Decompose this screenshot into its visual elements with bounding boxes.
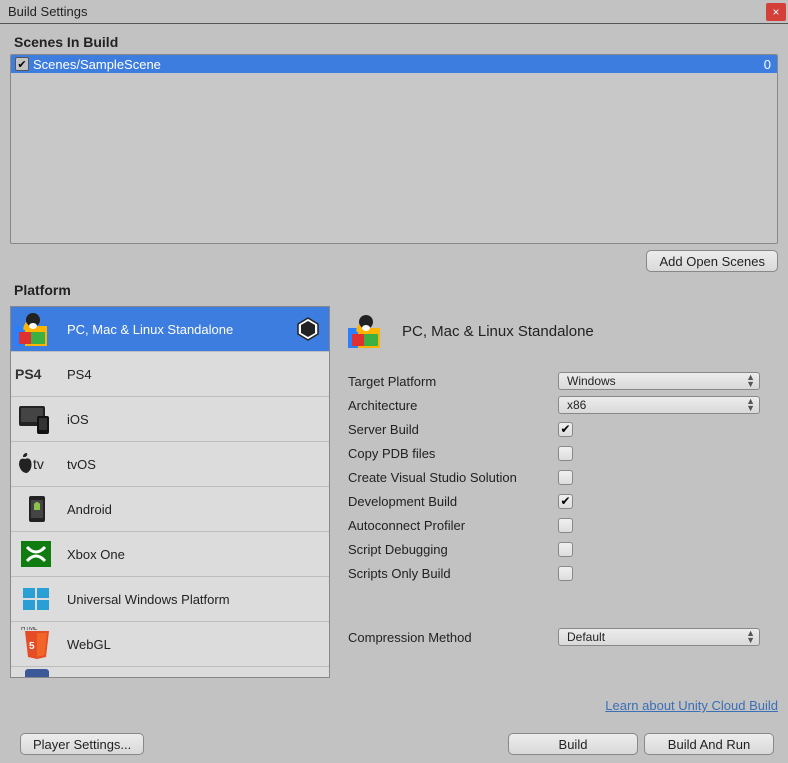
compression-label: Compression Method xyxy=(348,630,558,645)
copy-pdb-checkbox[interactable] xyxy=(558,446,573,461)
chevron-updown-icon: ▲▼ xyxy=(746,630,755,644)
architecture-dropdown[interactable]: x86 ▲▼ xyxy=(558,396,760,414)
detail-title: PC, Mac & Linux Standalone xyxy=(402,323,594,340)
target-platform-label: Target Platform xyxy=(348,374,558,389)
script-debug-checkbox[interactable] xyxy=(558,542,573,557)
scripts-only-label: Scripts Only Build xyxy=(348,566,558,581)
bottom-toolbar: Player Settings... Build Build And Run xyxy=(0,733,788,755)
create-vs-label: Create Visual Studio Solution xyxy=(348,470,558,485)
dropdown-value: x86 xyxy=(567,398,586,412)
unity-icon xyxy=(295,316,321,342)
ps4-icon: PS4 xyxy=(15,355,57,393)
titlebar: Build Settings × xyxy=(0,0,788,24)
server-build-label: Server Build xyxy=(348,422,558,437)
create-vs-checkbox[interactable] xyxy=(558,470,573,485)
cloud-build-link[interactable]: Learn about Unity Cloud Build xyxy=(348,698,778,713)
architecture-label: Architecture xyxy=(348,398,558,413)
autoconnect-label: Autoconnect Profiler xyxy=(348,518,558,533)
platform-label: Platform xyxy=(0,272,788,302)
platform-item-xboxone[interactable]: Xbox One xyxy=(11,532,329,577)
ios-icon xyxy=(15,400,57,438)
platform-scroll[interactable]: PC, Mac & Linux Standalone PS4 PS4 xyxy=(11,307,329,677)
chevron-updown-icon: ▲▼ xyxy=(746,374,755,388)
platform-item-label: tvOS xyxy=(67,457,96,472)
xbox-icon xyxy=(15,535,57,573)
platform-item-label: iOS xyxy=(67,412,89,427)
compression-dropdown[interactable]: Default ▲▼ xyxy=(558,628,760,646)
standalone-icon xyxy=(15,310,57,348)
html5-icon: 5 HTML xyxy=(15,625,57,663)
build-button[interactable]: Build xyxy=(508,733,638,755)
scenes-list[interactable]: ✔ Scenes/SampleScene 0 xyxy=(10,54,778,244)
target-platform-dropdown[interactable]: Windows ▲▼ xyxy=(558,372,760,390)
facebook-icon xyxy=(15,669,57,678)
platform-item-ios[interactable]: iOS xyxy=(11,397,329,442)
dev-build-label: Development Build xyxy=(348,494,558,509)
platform-item-standalone[interactable]: PC, Mac & Linux Standalone xyxy=(11,307,329,352)
scene-path: Scenes/SampleScene xyxy=(33,57,161,72)
build-and-run-button[interactable]: Build And Run xyxy=(644,733,774,755)
platform-item-ps4[interactable]: PS4 PS4 xyxy=(11,352,329,397)
scenes-label: Scenes In Build xyxy=(0,24,788,54)
platform-item-uwp[interactable]: Universal Windows Platform xyxy=(11,577,329,622)
platform-item-android[interactable]: Android xyxy=(11,487,329,532)
platform-list: PC, Mac & Linux Standalone PS4 PS4 xyxy=(10,306,330,678)
svg-text:tv: tv xyxy=(33,456,44,472)
platform-item-label: Xbox One xyxy=(67,547,125,562)
svg-text:5: 5 xyxy=(29,641,35,652)
scene-index: 0 xyxy=(764,57,771,72)
close-button[interactable]: × xyxy=(766,3,786,21)
platform-detail: PC, Mac & Linux Standalone Target Platfo… xyxy=(348,306,778,713)
platform-item-more[interactable] xyxy=(11,667,329,677)
script-debug-label: Script Debugging xyxy=(348,542,558,557)
svg-text:HTML: HTML xyxy=(21,627,38,632)
copy-pdb-label: Copy PDB files xyxy=(348,446,558,461)
svg-text:PS4: PS4 xyxy=(15,366,42,382)
player-settings-button[interactable]: Player Settings... xyxy=(20,733,144,755)
platform-item-webgl[interactable]: 5 HTML WebGL xyxy=(11,622,329,667)
platform-item-label: Android xyxy=(67,502,112,517)
tvos-icon: tv xyxy=(15,445,57,483)
standalone-icon xyxy=(348,312,390,350)
platform-item-label: WebGL xyxy=(67,637,111,652)
scene-checkbox[interactable]: ✔ xyxy=(15,57,29,71)
dropdown-value: Default xyxy=(567,630,605,644)
scene-row[interactable]: ✔ Scenes/SampleScene 0 xyxy=(11,55,777,73)
close-icon: × xyxy=(772,5,779,19)
platform-item-label: PC, Mac & Linux Standalone xyxy=(67,322,233,337)
windows-icon xyxy=(15,580,57,618)
platform-item-label: Universal Windows Platform xyxy=(67,592,230,607)
platform-item-label: PS4 xyxy=(67,367,92,382)
window-title: Build Settings xyxy=(8,4,766,19)
android-icon xyxy=(15,490,57,528)
dropdown-value: Windows xyxy=(567,374,616,388)
server-build-checkbox[interactable]: ✔ xyxy=(558,422,573,437)
add-open-scenes-button[interactable]: Add Open Scenes xyxy=(646,250,778,272)
chevron-updown-icon: ▲▼ xyxy=(746,398,755,412)
dev-build-checkbox[interactable]: ✔ xyxy=(558,494,573,509)
autoconnect-checkbox[interactable] xyxy=(558,518,573,533)
scripts-only-checkbox[interactable] xyxy=(558,566,573,581)
platform-item-tvos[interactable]: tv tvOS xyxy=(11,442,329,487)
